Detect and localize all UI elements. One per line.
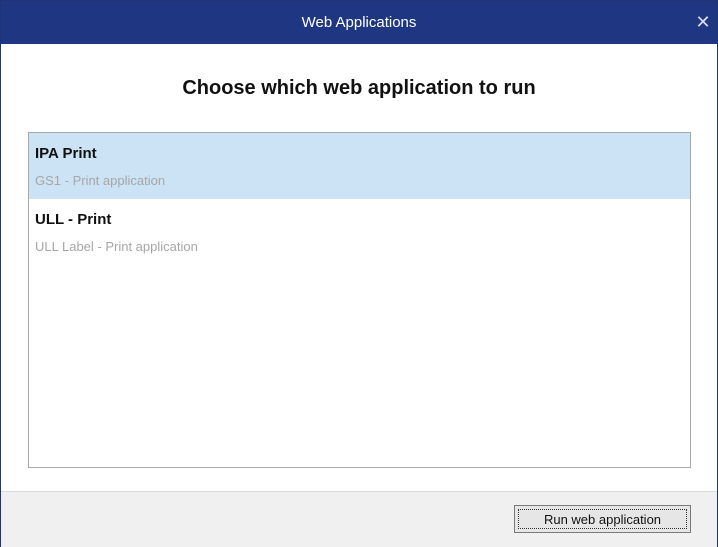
list-item-name: ULL - Print [35, 211, 112, 228]
title-bar[interactable]: Web Applications ✕ [1, 1, 717, 44]
list-item-name: IPA Print [35, 145, 97, 162]
dialog-footer: Run web application [1, 491, 717, 547]
list-item-ull-print[interactable]: ULL - Print ULL Label - Print applicatio… [29, 199, 690, 265]
list-item-description: ULL Label - Print application [35, 239, 198, 254]
list-item-ipa-print[interactable]: IPA Print GS1 - Print application [29, 133, 690, 199]
run-web-application-button[interactable]: Run web application [514, 505, 691, 533]
window-title: Web Applications [301, 14, 417, 31]
run-button-label: Run web application [518, 509, 687, 529]
web-applications-dialog: Web Applications ✕ Choose which web appl… [0, 0, 718, 547]
list-item-description: GS1 - Print application [35, 173, 166, 188]
close-icon[interactable]: ✕ [689, 1, 717, 44]
application-list[interactable]: IPA Print GS1 - Print application ULL - … [28, 132, 691, 468]
dialog-heading: Choose which web application to run [182, 77, 536, 99]
